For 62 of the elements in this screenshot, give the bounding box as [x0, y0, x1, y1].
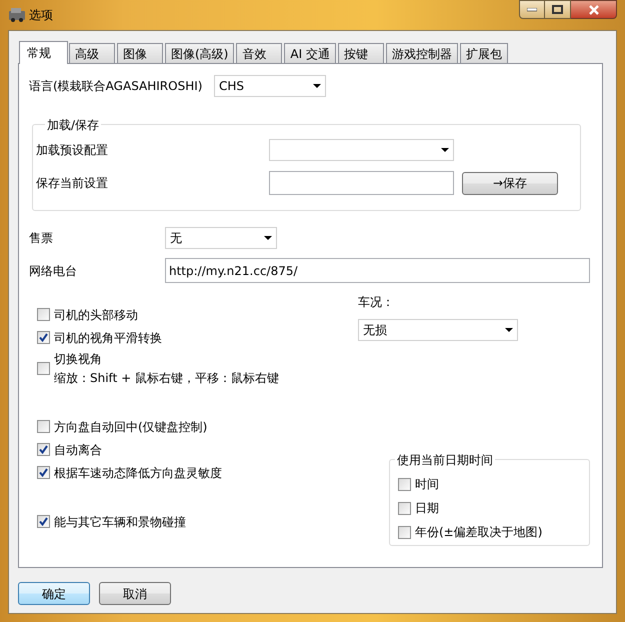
tab[interactable]: AI 交通	[284, 43, 336, 63]
save-button[interactable]: →保存	[462, 172, 558, 194]
checkbox[interactable]	[398, 526, 411, 538]
tab[interactable]: 扩展包	[460, 43, 508, 63]
tab[interactable]: 音效	[236, 43, 282, 63]
tab[interactable]: 高级	[69, 43, 115, 63]
dialog-button[interactable]: 取消	[99, 582, 171, 605]
preset-label: 加载预设配置	[35, 142, 109, 159]
dialog-button[interactable]: 确定	[18, 582, 90, 605]
group-title: 使用当前日期时间	[395, 451, 495, 469]
check-icon	[39, 445, 48, 454]
close-icon	[588, 4, 600, 14]
maximize-icon	[552, 5, 563, 14]
language-label: 语言(模栽联合AGASAHIROSHI)	[29, 78, 204, 95]
save-label: 保存当前设置	[35, 175, 109, 192]
dropdown-arrow-icon	[264, 236, 272, 240]
checkbox[interactable]	[37, 515, 50, 528]
checkbox-label: 方向盘自动回中(仅键盘控制)	[54, 418, 208, 436]
checkbox[interactable]	[37, 331, 50, 344]
check-icon	[39, 468, 48, 477]
tab[interactable]: 图像	[117, 43, 163, 63]
checkbox[interactable]	[37, 420, 50, 433]
app-icon	[8, 6, 26, 22]
close-button[interactable]	[571, 0, 617, 19]
dropdown-arrow-icon	[505, 328, 513, 332]
checkbox-label: 切换视角	[54, 350, 102, 368]
radio-label: 网络电台	[29, 262, 78, 280]
tab[interactable]: 常规	[19, 41, 68, 64]
group-title: 加载/保存	[45, 116, 102, 134]
minimize-icon	[527, 8, 537, 12]
window-title: 选项	[29, 7, 53, 24]
tab[interactable]: 图像(高级)	[165, 43, 234, 63]
checkbox[interactable]	[37, 362, 50, 374]
ticket-dropdown[interactable]: 无	[165, 227, 277, 249]
condition-label: 车况：	[358, 294, 394, 311]
checkbox-label: 司机的视角平滑转换	[54, 330, 162, 346]
hint-text: 缩放：Shift + 鼠标右键，平移：鼠标右键	[54, 370, 279, 386]
tab[interactable]: 游戏控制器	[386, 43, 458, 63]
checkbox-label: 时间	[415, 476, 439, 493]
checkbox-label: 根据车速动态降低方向盘灵敏度	[54, 464, 222, 482]
checkbox[interactable]	[37, 308, 50, 321]
dropdown-arrow-icon	[313, 84, 321, 88]
checkbox-label: 自动离合	[54, 442, 102, 458]
check-icon	[39, 333, 48, 342]
radio-url-field[interactable]: http://my.n21.cc/875/	[165, 258, 590, 283]
check-icon	[39, 517, 48, 526]
maximize-button[interactable]	[545, 0, 571, 19]
save-name-field[interactable]	[269, 171, 454, 195]
tab[interactable]: 按键	[338, 43, 384, 63]
condition-dropdown[interactable]: 无损	[358, 319, 518, 341]
checkbox[interactable]	[37, 443, 50, 456]
checkbox-label: 司机的头部移动	[54, 306, 138, 324]
checkbox[interactable]	[398, 478, 411, 490]
ticket-label: 售票	[29, 230, 54, 247]
dropdown-arrow-icon	[441, 148, 449, 152]
checkbox-label: 年份(±偏差取决于地图)	[415, 524, 542, 541]
checkbox-label: 日期	[415, 500, 439, 517]
minimize-button[interactable]	[519, 0, 545, 19]
language-dropdown[interactable]: CHS	[214, 75, 326, 97]
checkbox[interactable]	[37, 466, 50, 479]
checkbox-label: 能与其它车辆和景物碰撞	[54, 514, 186, 530]
checkbox[interactable]	[398, 502, 411, 514]
